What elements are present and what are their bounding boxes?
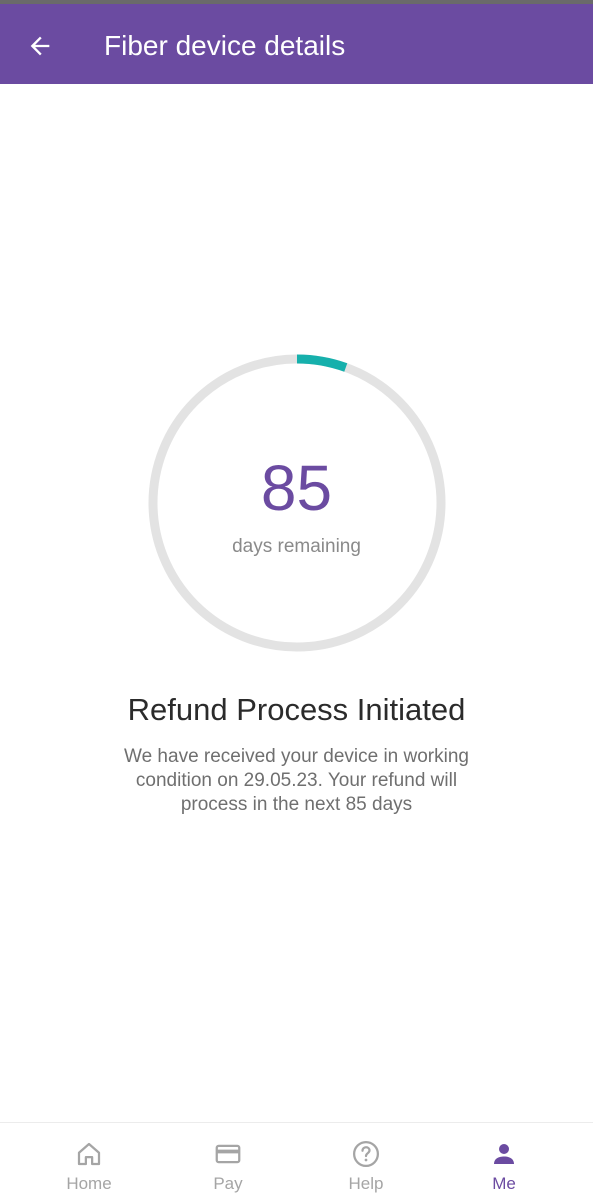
status-heading: Refund Process Initiated bbox=[127, 692, 466, 727]
nav-item-me[interactable]: Me bbox=[444, 1123, 564, 1200]
card-icon bbox=[215, 1144, 241, 1164]
back-button[interactable] bbox=[22, 28, 58, 64]
help-icon bbox=[353, 1141, 379, 1167]
days-remaining-label: days remaining bbox=[232, 536, 361, 557]
nav-item-home[interactable]: Home bbox=[29, 1123, 149, 1200]
arrow-left-icon bbox=[30, 36, 50, 56]
app-bar: Fiber device details bbox=[0, 4, 593, 84]
nav-label-home: Home bbox=[66, 1174, 112, 1193]
screen: Fiber device details 85 days remaining R… bbox=[0, 0, 593, 1200]
nav-label-help: Help bbox=[348, 1174, 384, 1193]
status-message: We have received your device in working … bbox=[124, 746, 469, 815]
home-icon bbox=[77, 1142, 101, 1166]
days-remaining-count: 85 bbox=[260, 452, 333, 524]
person-icon bbox=[494, 1144, 514, 1164]
nav-label-me: Me bbox=[492, 1174, 516, 1193]
page-title: Fiber device details bbox=[104, 30, 346, 61]
nav-item-pay[interactable]: Pay bbox=[168, 1123, 288, 1200]
nav-label-pay: Pay bbox=[213, 1174, 243, 1193]
nav-item-help[interactable]: Help bbox=[306, 1123, 426, 1200]
bottom-navigation: Home Pay Help Me bbox=[0, 1122, 593, 1200]
